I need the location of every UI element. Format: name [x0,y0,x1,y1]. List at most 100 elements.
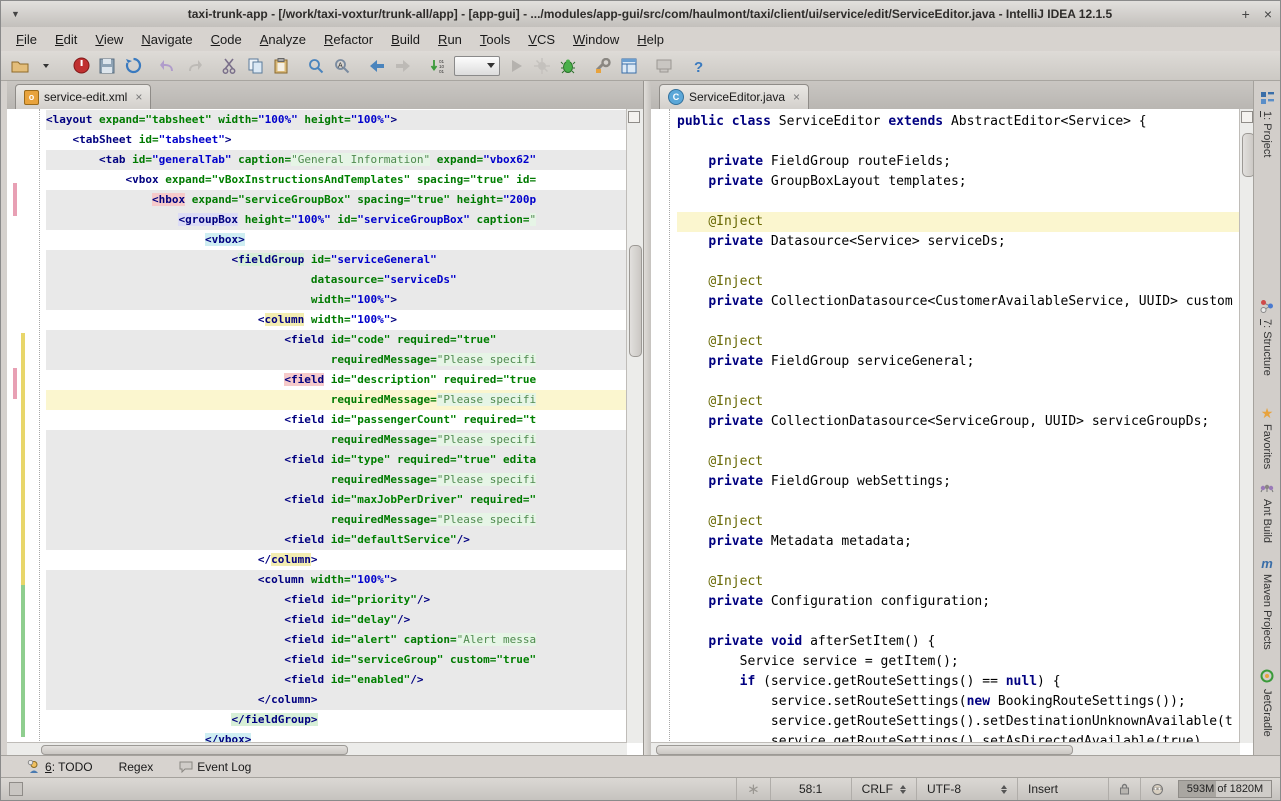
code-line[interactable]: </column> [46,690,627,710]
regex-toolwindow-button[interactable]: Regex [119,760,154,774]
line-separator-widget[interactable]: CRLF [851,778,916,800]
find-icon[interactable] [304,54,328,78]
code-line[interactable]: @Inject [677,212,1240,232]
code-line[interactable]: requiredMessage="Please specifi [46,430,627,450]
toggle-toolwindows-button[interactable] [9,782,23,796]
code-line[interactable] [677,192,1240,212]
code-line[interactable] [677,132,1240,152]
toolwindow-button-favorites[interactable]: ★Favorites [1254,407,1280,469]
code-line[interactable] [677,432,1240,452]
code-line[interactable]: <field id="serviceGroup" custom="true" [46,650,627,670]
xml-code-lines[interactable]: <layout expand="tabsheet" width="100%" h… [40,109,627,743]
code-line[interactable]: private void afterSetItem() { [677,632,1240,652]
code-line[interactable]: @Inject [677,272,1240,292]
encoding-widget[interactable]: UTF-8 [916,778,1017,800]
code-line[interactable]: if (service.getRouteSettings() == null) … [677,672,1240,692]
code-line[interactable]: <field id="maxJobPerDriver" required=" [46,490,627,510]
code-line[interactable]: <groupBox height="100%" id="serviceGroup… [46,210,627,230]
code-line[interactable] [677,312,1240,332]
coverage-icon[interactable] [530,54,554,78]
menu-analyze[interactable]: Analyze [251,29,315,50]
open-folder-icon[interactable] [8,54,32,78]
todo-toolwindow-button[interactable]: 6: TODO [27,760,93,774]
code-line[interactable]: service.getRouteSettings().setDestinatio… [677,712,1240,732]
toolwindow-button-7-structure[interactable]: 7: Structure [1254,299,1280,376]
java-code-lines[interactable]: public class ServiceEditor extends Abstr… [670,109,1240,743]
code-line[interactable]: width="100%"> [46,290,627,310]
code-line[interactable]: <field id="passengerCount" required="t [46,410,627,430]
copy-icon[interactable] [243,54,267,78]
menu-tools[interactable]: Tools [471,29,519,50]
caret-position-widget[interactable]: 58:1 [770,778,851,800]
code-line[interactable]: @Inject [677,572,1240,592]
code-line[interactable]: datasource="serviceDs" [46,270,627,290]
toolwindow-button-maven-projects[interactable]: mMaven Projects [1254,557,1280,650]
power-icon[interactable] [69,54,93,78]
right-hscroll-thumb[interactable] [656,745,1073,755]
code-line[interactable] [677,372,1240,392]
code-line[interactable]: @Inject [677,332,1240,352]
help-icon[interactable]: ? [687,54,711,78]
code-line[interactable]: <column width="100%"> [46,570,627,590]
code-line[interactable]: requiredMessage="Please specifi [46,470,627,490]
code-line[interactable]: @Inject [677,452,1240,472]
tab-service-edit-xml[interactable]: o service-edit.xml × [15,84,151,109]
back-icon[interactable] [365,54,389,78]
right-horizontal-scrollbar[interactable] [651,742,1240,756]
lock-widget[interactable] [1108,778,1140,800]
sort-lines-icon[interactable]: 011001 [426,54,450,78]
code-line[interactable]: <vbox> [46,230,627,250]
code-line[interactable]: <hbox expand="serviceGroupBox" spacing="… [46,190,627,210]
export-icon[interactable] [652,54,676,78]
code-line[interactable]: Service service = getItem(); [677,652,1240,672]
left-vertical-scrollbar[interactable] [626,109,643,743]
debug-icon[interactable] [556,54,580,78]
redo-icon[interactable] [182,54,206,78]
code-line[interactable]: <field id="delay"/> [46,610,627,630]
run-config-combo[interactable] [454,56,500,76]
minimize-button[interactable]: + [1242,6,1250,22]
replace-icon[interactable]: A [330,54,354,78]
code-line[interactable]: <field id="defaultService"/> [46,530,627,550]
code-line[interactable]: <column width="100%"> [46,310,627,330]
code-line[interactable]: <tab id="generalTab" caption="General In… [46,150,627,170]
code-line[interactable]: public class ServiceEditor extends Abstr… [677,112,1240,132]
java-editor[interactable]: public class ServiceEditor extends Abstr… [651,109,1256,756]
forward-icon[interactable] [391,54,415,78]
left-hscroll-thumb[interactable] [41,745,348,755]
code-line[interactable] [677,552,1240,572]
code-line[interactable]: <field id="code" required="true" [46,330,627,350]
menu-view[interactable]: View [86,29,132,50]
inspection-status-icon[interactable] [1241,111,1253,123]
code-line[interactable]: private GroupBoxLayout templates; [677,172,1240,192]
code-line[interactable]: <field id="alert" caption="Alert messa [46,630,627,650]
code-line[interactable]: service.setRouteSettings(new BookingRout… [677,692,1240,712]
open-recent-caret-icon[interactable] [34,54,58,78]
cut-icon[interactable] [217,54,241,78]
menu-window[interactable]: Window [564,29,628,50]
menu-run[interactable]: Run [429,29,471,50]
code-line[interactable]: <tabSheet id="tabsheet"> [46,130,627,150]
code-line[interactable]: private CollectionDatasource<CustomerAva… [677,292,1240,312]
code-line[interactable]: <field id="priority"/> [46,590,627,610]
paste-icon[interactable] [269,54,293,78]
menu-help[interactable]: Help [628,29,673,50]
input-mode-widget[interactable]: Insert [1017,778,1108,800]
window-menu-icon[interactable]: ▼ [11,9,20,19]
close-button[interactable]: × [1264,6,1272,22]
code-line[interactable] [677,612,1240,632]
code-line[interactable]: private Datasource<Service> serviceDs; [677,232,1240,252]
tab-serviceeditor-java[interactable]: C ServiceEditor.java × [659,84,809,109]
code-line[interactable]: requiredMessage="Please specifi [46,390,627,410]
project-structure-icon[interactable] [617,54,641,78]
save-icon[interactable] [95,54,119,78]
close-tab-icon[interactable]: × [793,90,800,104]
xml-editor[interactable]: <layout expand="tabsheet" width="100%" h… [7,109,643,756]
toolwindow-button-jetgradle[interactable]: JetGradle [1254,669,1280,737]
code-line[interactable]: private FieldGroup serviceGeneral; [677,352,1240,372]
code-line[interactable]: <fieldGroup id="serviceGeneral" [46,250,627,270]
menu-refactor[interactable]: Refactor [315,29,382,50]
code-line[interactable] [677,492,1240,512]
run-icon[interactable] [504,54,528,78]
close-tab-icon[interactable]: × [135,90,142,104]
